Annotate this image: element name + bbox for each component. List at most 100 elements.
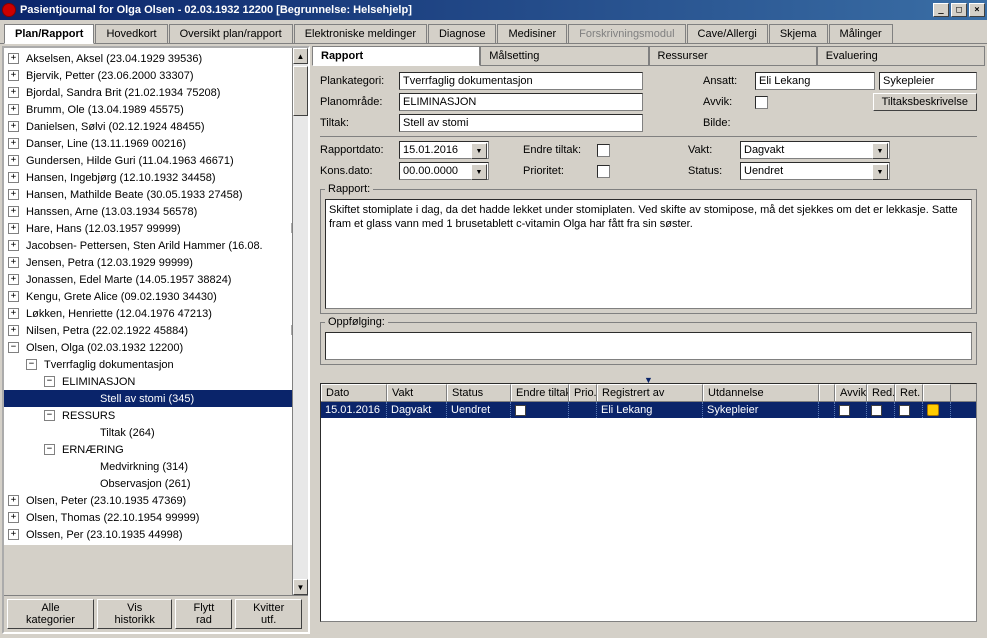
tree-item[interactable]: +Brumm, Ole (13.04.1989 45575) bbox=[4, 101, 308, 118]
expand-icon[interactable]: + bbox=[8, 155, 19, 166]
tree-item[interactable]: −Olsen, Olga (02.03.1932 12200) bbox=[4, 339, 308, 356]
collapse-icon[interactable]: − bbox=[44, 376, 55, 387]
subtab-målsetting[interactable]: Målsetting bbox=[480, 46, 648, 65]
tree-item[interactable]: Medvirkning (314) bbox=[4, 458, 308, 475]
tree-item[interactable]: −ERNÆRING bbox=[4, 441, 308, 458]
col-red[interactable]: Red. bbox=[867, 384, 895, 401]
collapse-icon[interactable]: − bbox=[8, 342, 19, 353]
endre-tiltak-checkbox[interactable] bbox=[597, 144, 610, 157]
col-avvik[interactable]: Avvik bbox=[835, 384, 867, 401]
expand-icon[interactable]: + bbox=[8, 121, 19, 132]
col-reg[interactable]: Registrert av bbox=[597, 384, 703, 401]
history-grid[interactable]: Dato Vakt Status Endre tiltak Prio. Regi… bbox=[320, 383, 977, 622]
tree-item[interactable]: +Olsen, Thomas (22.10.1954 99999) bbox=[4, 509, 308, 526]
oppfolging-textarea[interactable] bbox=[325, 332, 972, 360]
tree-item[interactable]: Stell av stomi (345) bbox=[4, 390, 308, 407]
expand-icon[interactable]: + bbox=[8, 274, 19, 285]
avvik-checkbox[interactable] bbox=[755, 96, 768, 109]
tree-scrollbar[interactable]: ▲ ▼ bbox=[292, 48, 308, 595]
tree-item[interactable]: +Danser, Line (13.11.1969 00216) bbox=[4, 135, 308, 152]
subtab-rapport[interactable]: Rapport bbox=[312, 46, 480, 66]
col-endre[interactable]: Endre tiltak bbox=[511, 384, 569, 401]
subtab-ressurser[interactable]: Ressurser bbox=[649, 46, 817, 65]
tab-skjema[interactable]: Skjema bbox=[769, 24, 828, 43]
expand-icon[interactable]: + bbox=[8, 138, 19, 149]
col-ret[interactable]: Ret. bbox=[895, 384, 923, 401]
expand-icon[interactable]: + bbox=[8, 257, 19, 268]
expand-icon[interactable]: + bbox=[8, 70, 19, 81]
col-icon[interactable] bbox=[923, 384, 951, 401]
maximize-button[interactable]: □ bbox=[951, 3, 967, 17]
kvitter-utf-button[interactable]: Kvitter utf. bbox=[235, 599, 302, 629]
status-dropdown[interactable]: Uendret bbox=[740, 162, 890, 180]
col-prio[interactable]: Prio. bbox=[569, 384, 597, 401]
tree-item[interactable]: +Jacobsen- Pettersen, Sten Arild Hammer … bbox=[4, 237, 308, 254]
tree-item[interactable]: +Bjervik, Petter (23.06.2000 33307) bbox=[4, 67, 308, 84]
tree-item[interactable]: +Nilsen, Petra (22.02.1922 45884) bbox=[4, 322, 308, 339]
tab-oversiktplanrapport[interactable]: Oversikt plan/rapport bbox=[169, 24, 293, 43]
minimize-button[interactable]: _ bbox=[933, 3, 949, 17]
tab-elektroniskemeldinger[interactable]: Elektroniske meldinger bbox=[294, 24, 427, 43]
tiltaksbeskrivelse-button[interactable]: Tiltaksbeskrivelse bbox=[873, 93, 977, 111]
col-blank[interactable] bbox=[819, 384, 835, 401]
col-utd[interactable]: Utdannelse bbox=[703, 384, 819, 401]
row-avvik-checkbox[interactable] bbox=[835, 402, 867, 418]
tree-item[interactable]: −ELIMINASJON bbox=[4, 373, 308, 390]
row-endre-checkbox[interactable] bbox=[511, 402, 569, 418]
expand-icon[interactable]: + bbox=[8, 495, 19, 506]
expand-icon[interactable]: + bbox=[8, 223, 19, 234]
expand-icon[interactable]: + bbox=[8, 529, 19, 540]
tree-item[interactable]: +Bjordal, Sandra Brit (21.02.1934 75208) bbox=[4, 84, 308, 101]
tree-item[interactable]: +Hansen, Ingebjørg (12.10.1932 34458) bbox=[4, 169, 308, 186]
tab-caveallergi[interactable]: Cave/Allergi bbox=[687, 24, 768, 43]
rapportdato-dropdown[interactable]: 15.01.2016 bbox=[399, 141, 489, 159]
tree-item[interactable]: +Gundersen, Hilde Guri (11.04.1963 46671… bbox=[4, 152, 308, 169]
tree-item[interactable]: +Hanssen, Arne (13.03.1934 56578) bbox=[4, 203, 308, 220]
scroll-down-button[interactable]: ▼ bbox=[293, 579, 308, 595]
col-vakt[interactable]: Vakt bbox=[387, 384, 447, 401]
tree-item[interactable]: +Danielsen, Sølvi (02.12.1924 48455) bbox=[4, 118, 308, 135]
expand-icon[interactable]: + bbox=[8, 104, 19, 115]
tree-item[interactable]: +Hare, Hans (12.03.1957 99999) bbox=[4, 220, 308, 237]
col-dato[interactable]: Dato bbox=[321, 384, 387, 401]
konsdato-dropdown[interactable]: 00.00.0000 bbox=[399, 162, 489, 180]
tree-item[interactable]: Observasjon (261) bbox=[4, 475, 308, 492]
splitter-handle[interactable]: ▼ bbox=[320, 375, 977, 383]
expand-icon[interactable]: + bbox=[8, 87, 19, 98]
tree-item[interactable]: +Jonassen, Edel Marte (14.05.1957 38824) bbox=[4, 271, 308, 288]
close-button[interactable]: × bbox=[969, 3, 985, 17]
scroll-thumb[interactable] bbox=[293, 66, 308, 116]
tree-item[interactable]: −RESSURS bbox=[4, 407, 308, 424]
expand-icon[interactable]: + bbox=[8, 308, 19, 319]
prioritet-checkbox[interactable] bbox=[597, 165, 610, 178]
tree-item[interactable]: +Olssen, Per (23.10.1935 44998) bbox=[4, 526, 308, 543]
flytt-rad-button[interactable]: Flytt rad bbox=[175, 599, 232, 629]
tab-mlinger[interactable]: Målinger bbox=[829, 24, 893, 43]
alle-kategorier-button[interactable]: Alle kategorier bbox=[7, 599, 94, 629]
grid-row[interactable]: 15.01.2016 Dagvakt Uendret Eli Lekang Sy… bbox=[321, 402, 976, 418]
tree-item[interactable]: +Olsen, Peter (23.10.1935 47369) bbox=[4, 492, 308, 509]
expand-icon[interactable]: + bbox=[8, 291, 19, 302]
vakt-dropdown[interactable]: Dagvakt bbox=[740, 141, 890, 159]
expand-icon[interactable]: + bbox=[8, 206, 19, 217]
tree-item[interactable]: −Tverrfaglig dokumentasjon bbox=[4, 356, 308, 373]
expand-icon[interactable]: + bbox=[8, 172, 19, 183]
collapse-icon[interactable]: − bbox=[26, 359, 37, 370]
tree-item[interactable]: +Hansen, Mathilde Beate (30.05.1933 2745… bbox=[4, 186, 308, 203]
subtab-evaluering[interactable]: Evaluering bbox=[817, 46, 985, 65]
expand-icon[interactable]: + bbox=[8, 189, 19, 200]
tree-item[interactable]: +Akselsen, Aksel (23.04.1929 39536) bbox=[4, 50, 308, 67]
tab-planrapport[interactable]: Plan/Rapport bbox=[4, 24, 94, 44]
collapse-icon[interactable]: − bbox=[44, 444, 55, 455]
expand-icon[interactable]: + bbox=[8, 512, 19, 523]
tree-item[interactable]: Tiltak (264) bbox=[4, 424, 308, 441]
tree-item[interactable]: +Kengu, Grete Alice (09.02.1930 34430) bbox=[4, 288, 308, 305]
vis-historikk-button[interactable]: Vis historikk bbox=[97, 599, 172, 629]
tab-diagnose[interactable]: Diagnose bbox=[428, 24, 496, 43]
scroll-up-button[interactable]: ▲ bbox=[293, 48, 308, 64]
tab-medisiner[interactable]: Medisiner bbox=[497, 24, 567, 43]
tab-hovedkort[interactable]: Hovedkort bbox=[95, 24, 167, 43]
expand-icon[interactable]: + bbox=[8, 53, 19, 64]
tree-item[interactable]: +Jensen, Petra (12.03.1929 99999) bbox=[4, 254, 308, 271]
patient-tree[interactable]: +Akselsen, Aksel (23.04.1929 39536)+Bjer… bbox=[4, 48, 308, 545]
